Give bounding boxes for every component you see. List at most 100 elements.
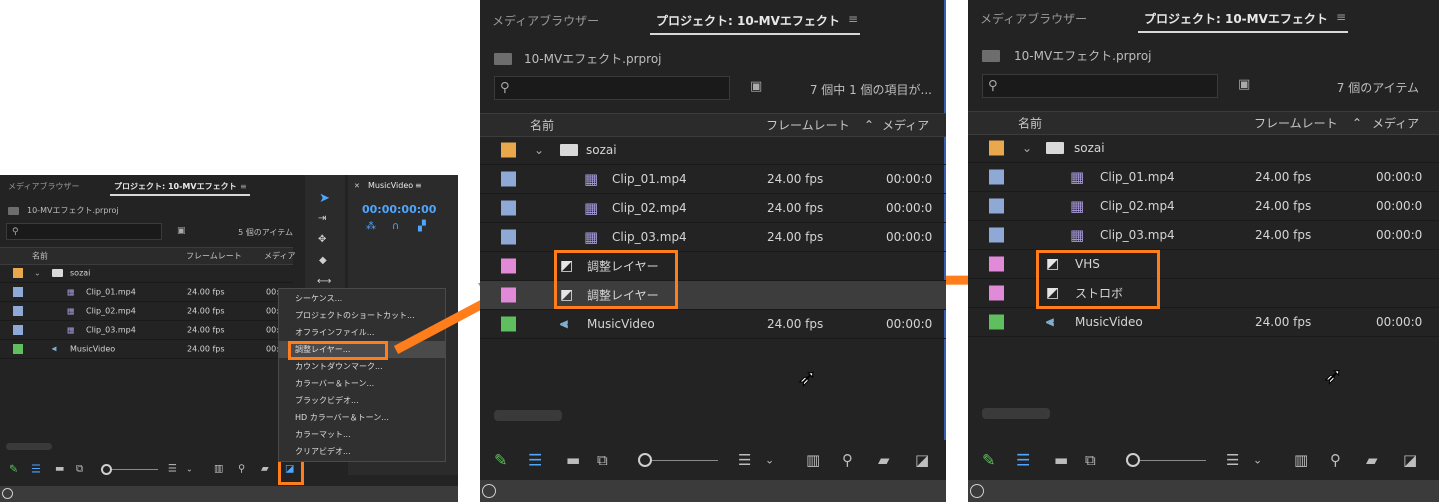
list-item[interactable]: ⫷ MusicVideo 24.00 fps 00:00:0	[0, 340, 297, 359]
column-name[interactable]: 名前	[32, 251, 48, 262]
label-swatch[interactable]	[13, 344, 23, 354]
list-item[interactable]: ▦ Clip_03.mp4 24.00 fps 00:00:0	[0, 321, 297, 340]
list-item[interactable]: ◩ 調整レイヤー	[480, 252, 946, 281]
chevron-down-icon[interactable]: ⌄	[534, 143, 544, 157]
timeline-menu-icon[interactable]: ≡	[415, 181, 422, 190]
list-item[interactable]: ▦ Clip_02.mp4 24.00 fps 00:00:0	[968, 192, 1439, 221]
list-item[interactable]: ▦ Clip_01.mp4 24.00 fps 00:00:0	[968, 163, 1439, 192]
horizontal-scrollbar[interactable]	[494, 410, 562, 421]
new-item-icon[interactable]: ◪	[915, 451, 929, 469]
zoom-slider[interactable]	[652, 460, 718, 461]
sort-icon[interactable]: ☰	[168, 464, 177, 475]
new-bin-icon[interactable]: ▣	[1238, 77, 1250, 92]
column-name[interactable]: 名前	[530, 117, 554, 134]
label-swatch[interactable]	[989, 285, 1004, 301]
column-framerate[interactable]: フレームレート	[186, 251, 242, 262]
menu-item-project-shortcut[interactable]: プロジェクトのショートカット...	[295, 310, 415, 321]
menu-item-clear-video[interactable]: クリアビデオ...	[295, 446, 351, 457]
new-bin-icon[interactable]: ▣	[750, 79, 762, 94]
menu-item-offline-file[interactable]: オフラインファイル...	[295, 327, 374, 338]
horizontal-scrollbar[interactable]	[982, 408, 1050, 419]
column-media[interactable]: メディア	[882, 117, 929, 134]
label-swatch[interactable]	[501, 200, 516, 216]
tab-project[interactable]: プロジェクト: 10-MVエフェクト	[1144, 10, 1328, 27]
label-swatch[interactable]	[13, 268, 23, 278]
list-item[interactable]: ⌄ sozai	[0, 264, 293, 283]
label-swatch[interactable]	[501, 287, 516, 303]
label-swatch[interactable]	[989, 198, 1004, 214]
label-swatch[interactable]	[989, 256, 1004, 272]
search-input[interactable]: ⚲	[6, 223, 162, 240]
new-bin-icon[interactable]: ▰	[261, 464, 269, 475]
tab-project[interactable]: プロジェクト: 10-MVエフェクト	[656, 12, 840, 29]
tab-media-browser[interactable]: メディアブラウザー	[980, 10, 1087, 27]
menu-item-color-matte[interactable]: カラーマット...	[295, 429, 351, 440]
search-icon[interactable]: ⚲	[1330, 451, 1341, 469]
sort-arrow-icon[interactable]: ⌃	[1352, 116, 1362, 130]
menu-item-black-video[interactable]: ブラックビデオ...	[295, 395, 359, 406]
column-framerate[interactable]: フレームレート	[1254, 115, 1338, 132]
zoom-slider-knob[interactable]	[638, 453, 652, 467]
chevron-down-icon[interactable]: ⌄	[1253, 454, 1262, 467]
sort-icon[interactable]: ☰	[738, 451, 751, 469]
column-framerate[interactable]: フレームレート	[766, 117, 850, 134]
chevron-down-icon[interactable]: ⌄	[34, 269, 41, 278]
chevron-down-icon[interactable]: ⌄	[1022, 141, 1032, 155]
column-media[interactable]: メディア	[264, 251, 295, 262]
list-item[interactable]: ▦ Clip_03.mp4 24.00 fps 00:00:0	[968, 221, 1439, 250]
list-item[interactable]: ⌄ sozai	[968, 134, 1439, 163]
ripple-edit-tool-icon[interactable]: ✥	[318, 234, 326, 245]
search-icon[interactable]: ⚲	[842, 451, 853, 469]
list-item[interactable]: ▦ Clip_01.mp4 24.00 fps 00:00:0	[480, 165, 946, 194]
icon-view-icon[interactable]: ▬	[55, 464, 64, 475]
label-swatch[interactable]	[501, 171, 516, 187]
pencil-icon[interactable]: ✎	[9, 463, 18, 476]
chevron-down-icon[interactable]: ⌄	[186, 465, 193, 474]
tab-project[interactable]: プロジェクト: 10-MVエフェクト	[114, 181, 237, 192]
label-swatch[interactable]	[501, 316, 516, 332]
icon-view-icon[interactable]: ▬	[1054, 451, 1068, 469]
search-input[interactable]: ⚲	[494, 76, 730, 100]
new-bin-icon[interactable]: ▰	[1366, 451, 1378, 469]
sort-icon[interactable]: ☰	[1226, 451, 1239, 469]
column-name[interactable]: 名前	[1018, 115, 1042, 132]
sort-arrow-icon[interactable]: ⌃	[864, 118, 874, 132]
list-item[interactable]: ⫷ MusicVideo 24.00 fps 00:00:0	[968, 308, 1439, 337]
label-swatch[interactable]	[989, 140, 1004, 156]
automate-icon[interactable]: ▥	[1294, 451, 1308, 469]
label-swatch[interactable]	[13, 325, 23, 335]
panel-menu-icon[interactable]: ≡	[240, 182, 247, 191]
list-view-icon[interactable]: ☰	[1016, 451, 1030, 470]
new-item-icon[interactable]: ◪	[1403, 451, 1417, 469]
freeform-view-icon[interactable]: ⧉	[76, 464, 83, 475]
snap-icon[interactable]: ⁂	[366, 221, 376, 232]
menu-item-color-bars[interactable]: カラーバー＆トーン...	[295, 378, 374, 389]
freeform-view-icon[interactable]: ⧉	[1085, 451, 1096, 469]
automate-icon[interactable]: ▥	[806, 451, 820, 469]
list-view-icon[interactable]: ☰	[528, 451, 542, 470]
pencil-icon[interactable]: ✎	[494, 451, 507, 470]
automate-icon[interactable]: ▥	[214, 464, 223, 475]
timeline-tab[interactable]: MusicVideo	[368, 181, 413, 190]
label-swatch[interactable]	[501, 229, 516, 245]
zoom-slider[interactable]	[1140, 460, 1206, 461]
razor-tool-icon[interactable]: ◆	[319, 255, 327, 266]
list-view-icon[interactable]: ☰	[31, 463, 41, 476]
panel-menu-icon[interactable]: ≡	[848, 12, 858, 26]
label-swatch[interactable]	[989, 227, 1004, 243]
horizontal-scrollbar[interactable]	[6, 443, 52, 450]
panel-menu-icon[interactable]: ≡	[1336, 10, 1346, 24]
list-item[interactable]: ⫷ MusicVideo 24.00 fps 00:00:0	[480, 310, 946, 339]
zoom-slider[interactable]	[108, 469, 158, 470]
playhead-timecode[interactable]: 00:00:00:00	[362, 203, 436, 216]
label-swatch[interactable]	[501, 142, 516, 158]
selection-tool-icon[interactable]: ➤	[319, 191, 330, 206]
close-icon[interactable]: ✕	[354, 182, 360, 190]
tab-media-browser[interactable]: メディアブラウザー	[492, 12, 599, 29]
list-item[interactable]: ◩ 調整レイヤー	[480, 281, 946, 310]
label-swatch[interactable]	[13, 287, 23, 297]
chevron-down-icon[interactable]: ⌄	[765, 454, 774, 467]
label-swatch[interactable]	[501, 258, 516, 274]
new-bin-icon[interactable]: ▣	[177, 226, 186, 236]
list-item[interactable]: ▦ Clip_01.mp4 24.00 fps 00:00:0	[0, 283, 297, 302]
